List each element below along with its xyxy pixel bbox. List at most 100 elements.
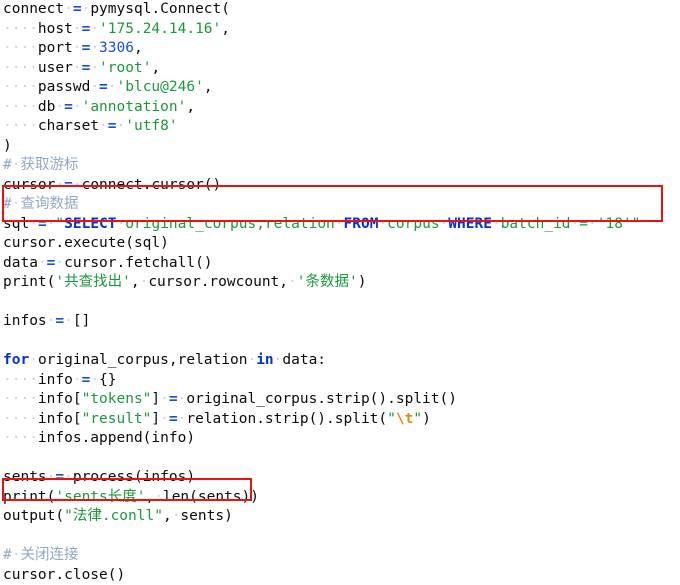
whitespace-marker: · (588, 216, 597, 232)
token-string: " (413, 411, 422, 427)
code-text-area[interactable]: connect·=·pymysql.Connect(····host·=·'17… (0, 0, 680, 585)
token-sqlkw: FROM (344, 216, 379, 232)
code-line[interactable]: #·查询数据 (0, 195, 680, 215)
code-line[interactable]: connect·=·pymysql.Connect( (0, 0, 680, 20)
code-line[interactable]: sql·=·"SELECT·original_corpus,relation·F… (0, 215, 680, 235)
token-string: '18'" (597, 216, 641, 232)
whitespace-marker: · (55, 177, 64, 193)
code-line[interactable]: cursor·=·connect.cursor() (0, 176, 680, 196)
whitespace-marker: · (12, 547, 21, 563)
token-plain: host (38, 21, 73, 37)
token-plain: , (134, 40, 143, 56)
token-string: 'annotation' (82, 99, 187, 115)
whitespace-marker: ···· (3, 430, 38, 446)
code-line[interactable]: ····charset·=·'utf8' (0, 117, 680, 137)
token-sqlkw: SELECT (64, 216, 116, 232)
code-line[interactable]: ····port·=·3306, (0, 39, 680, 59)
token-plain: connect (3, 1, 64, 17)
token-operator: = (38, 216, 47, 232)
token-string: = (579, 216, 588, 232)
token-plain: info[ (38, 391, 82, 407)
token-plain: data: (282, 352, 326, 368)
token-plain: ) (358, 274, 367, 290)
token-plain: cursor.execute(sql) (3, 235, 169, 251)
token-plain: print( (3, 489, 55, 505)
whitespace-marker: · (99, 118, 108, 134)
code-line[interactable] (0, 527, 680, 547)
code-line[interactable]: ····passwd·=·'blcu@246', (0, 78, 680, 98)
token-operator: = (82, 40, 91, 56)
code-line[interactable]: ) (0, 137, 680, 157)
token-plain: data (3, 255, 38, 271)
whitespace-marker: · (335, 216, 344, 232)
token-plain: infos (3, 313, 47, 329)
token-plain: , (146, 489, 155, 505)
token-plain: , (163, 508, 172, 524)
code-line[interactable]: cursor.execute(sql) (0, 234, 680, 254)
code-line[interactable]: sents·=·process(infos) (0, 468, 680, 488)
token-plain: passwd (38, 79, 90, 95)
token-plain: process(infos) (73, 469, 195, 485)
code-line[interactable]: ····info["tokens"]·=·original_corpus.str… (0, 390, 680, 410)
code-line[interactable]: ····user·=·'root', (0, 59, 680, 79)
token-operator: = (82, 372, 91, 388)
token-plain: db (38, 99, 55, 115)
token-comment: # (3, 157, 12, 173)
code-line[interactable] (0, 332, 680, 352)
token-comment: 关闭连接 (20, 547, 78, 563)
token-plain: print( (3, 274, 55, 290)
token-operator: = (64, 177, 73, 193)
code-line[interactable]: infos·=·[] (0, 312, 680, 332)
code-line[interactable]: for·original_corpus,relation·in·data: (0, 351, 680, 371)
whitespace-marker: ···· (3, 372, 38, 388)
code-editor-surface[interactable]: connect·=·pymysql.Connect(····host·=·'17… (0, 0, 680, 548)
code-line[interactable] (0, 293, 680, 313)
whitespace-marker: · (73, 99, 82, 115)
token-plain: info[ (38, 411, 82, 427)
token-string: "tokens" (82, 391, 152, 407)
token-plain: ) (3, 138, 12, 154)
token-string: "result" (82, 411, 152, 427)
code-line[interactable]: ····db·=·'annotation', (0, 98, 680, 118)
token-comment: # (3, 547, 12, 563)
code-line[interactable] (0, 449, 680, 469)
token-plain: charset (38, 118, 99, 134)
whitespace-marker: · (64, 313, 73, 329)
token-operator: = (82, 21, 91, 37)
token-plain: cursor.fetchall() (64, 255, 212, 271)
code-line[interactable]: ····infos.append(info) (0, 429, 680, 449)
whitespace-marker: · (117, 216, 126, 232)
code-line[interactable]: print('sents长度',·len(sents)) (0, 488, 680, 508)
code-line[interactable]: ····info["result"]·=·relation.strip().sp… (0, 410, 680, 430)
code-line[interactable]: #·关闭连接 (0, 546, 680, 566)
token-string: "法律.conll" (64, 508, 163, 524)
token-plain: port (38, 40, 73, 56)
whitespace-marker: · (288, 274, 297, 290)
code-line[interactable]: ····host·=·'175.24.14.16', (0, 20, 680, 40)
token-comment: 获取游标 (20, 157, 78, 173)
token-string: corpus (387, 216, 439, 232)
code-line[interactable]: data·=·cursor.fetchall() (0, 254, 680, 274)
code-line[interactable]: print('共查找出',·cursor.rowcount,·'条数据') (0, 273, 680, 293)
token-string: " (55, 216, 64, 232)
code-line[interactable]: ····info·=·{} (0, 371, 680, 391)
whitespace-marker: · (64, 469, 73, 485)
whitespace-marker: · (247, 352, 256, 368)
token-string: '共查找出' (55, 274, 130, 290)
code-line[interactable]: output("法律.conll",·sents) (0, 507, 680, 527)
whitespace-marker: ···· (3, 391, 38, 407)
whitespace-marker: · (64, 1, 73, 17)
whitespace-marker: · (90, 372, 99, 388)
token-operator: = (169, 391, 178, 407)
token-escape: \t (396, 411, 413, 427)
whitespace-marker: · (492, 216, 501, 232)
code-line[interactable]: #·获取游标 (0, 156, 680, 176)
whitespace-marker: · (108, 79, 117, 95)
whitespace-marker: · (154, 489, 163, 505)
token-keyword: in (256, 352, 273, 368)
token-plain: {} (99, 372, 116, 388)
token-operator: = (82, 60, 91, 76)
code-line[interactable]: cursor.close() (0, 566, 680, 585)
token-plain: connect.cursor() (82, 177, 222, 193)
token-plain: [] (73, 313, 90, 329)
